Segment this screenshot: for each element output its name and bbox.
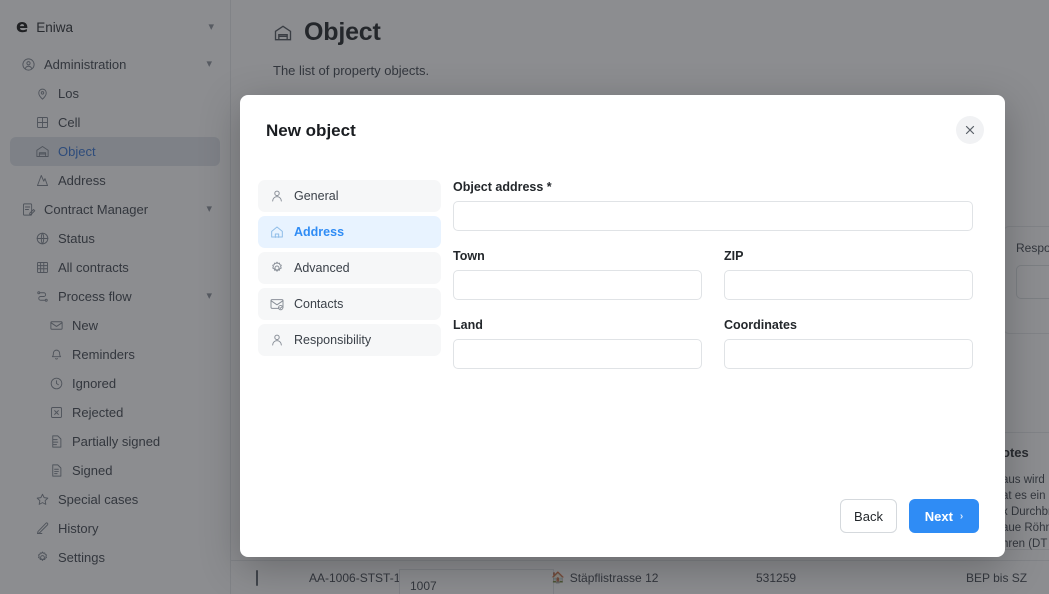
object-address-input[interactable] (453, 201, 973, 231)
tab-contacts[interactable]: Contacts (258, 288, 441, 320)
close-icon[interactable] (956, 116, 984, 144)
address-form: Object address * Town ZIP Land Coordinat… (453, 180, 973, 369)
town-label: Town (453, 249, 485, 263)
field-zip: ZIP (724, 249, 973, 300)
tab-label: Responsibility (294, 333, 372, 347)
home-icon (268, 224, 285, 241)
next-button-label: Next (924, 508, 953, 524)
tab-label: General (294, 189, 339, 203)
field-town: Town (453, 249, 702, 300)
zip-input[interactable] (724, 270, 973, 300)
tab-label: Advanced (294, 261, 350, 275)
field-coordinates: Coordinates (724, 318, 973, 369)
town-input[interactable] (453, 270, 702, 300)
new-object-modal: New object General Address Advanced Contact… (240, 95, 1005, 557)
modal-tab-list: General Address Advanced Contacts Responsibi… (258, 180, 441, 360)
modal-footer: Back Next › (840, 499, 979, 533)
coordinates-label: Coordinates (724, 318, 797, 332)
field-object-address: Object address * (453, 180, 973, 231)
user-icon (268, 188, 285, 205)
tab-address[interactable]: Address (258, 216, 441, 248)
user-icon (268, 332, 285, 349)
object-address-label: Object address * (453, 180, 552, 194)
field-land: Land (453, 318, 702, 369)
land-label: Land (453, 318, 483, 332)
app-root: e Eniwa ▾ Administration▾LosCellObjectAd… (0, 0, 1049, 594)
chevron-right-icon: › (959, 510, 964, 522)
tab-advanced[interactable]: Advanced (258, 252, 441, 284)
tab-label: Address (294, 225, 345, 239)
tab-responsibility[interactable]: Responsibility (258, 324, 441, 356)
tab-label: Contacts (294, 297, 344, 311)
land-input[interactable] (453, 339, 702, 369)
coordinates-input[interactable] (724, 339, 973, 369)
zip-label: ZIP (724, 249, 744, 263)
gear-icon (268, 260, 285, 277)
tab-general[interactable]: General (258, 180, 441, 212)
envelope-icon (268, 296, 285, 313)
modal-title: New object (266, 121, 356, 140)
next-button[interactable]: Next › (909, 499, 979, 533)
back-button[interactable]: Back (840, 499, 897, 533)
